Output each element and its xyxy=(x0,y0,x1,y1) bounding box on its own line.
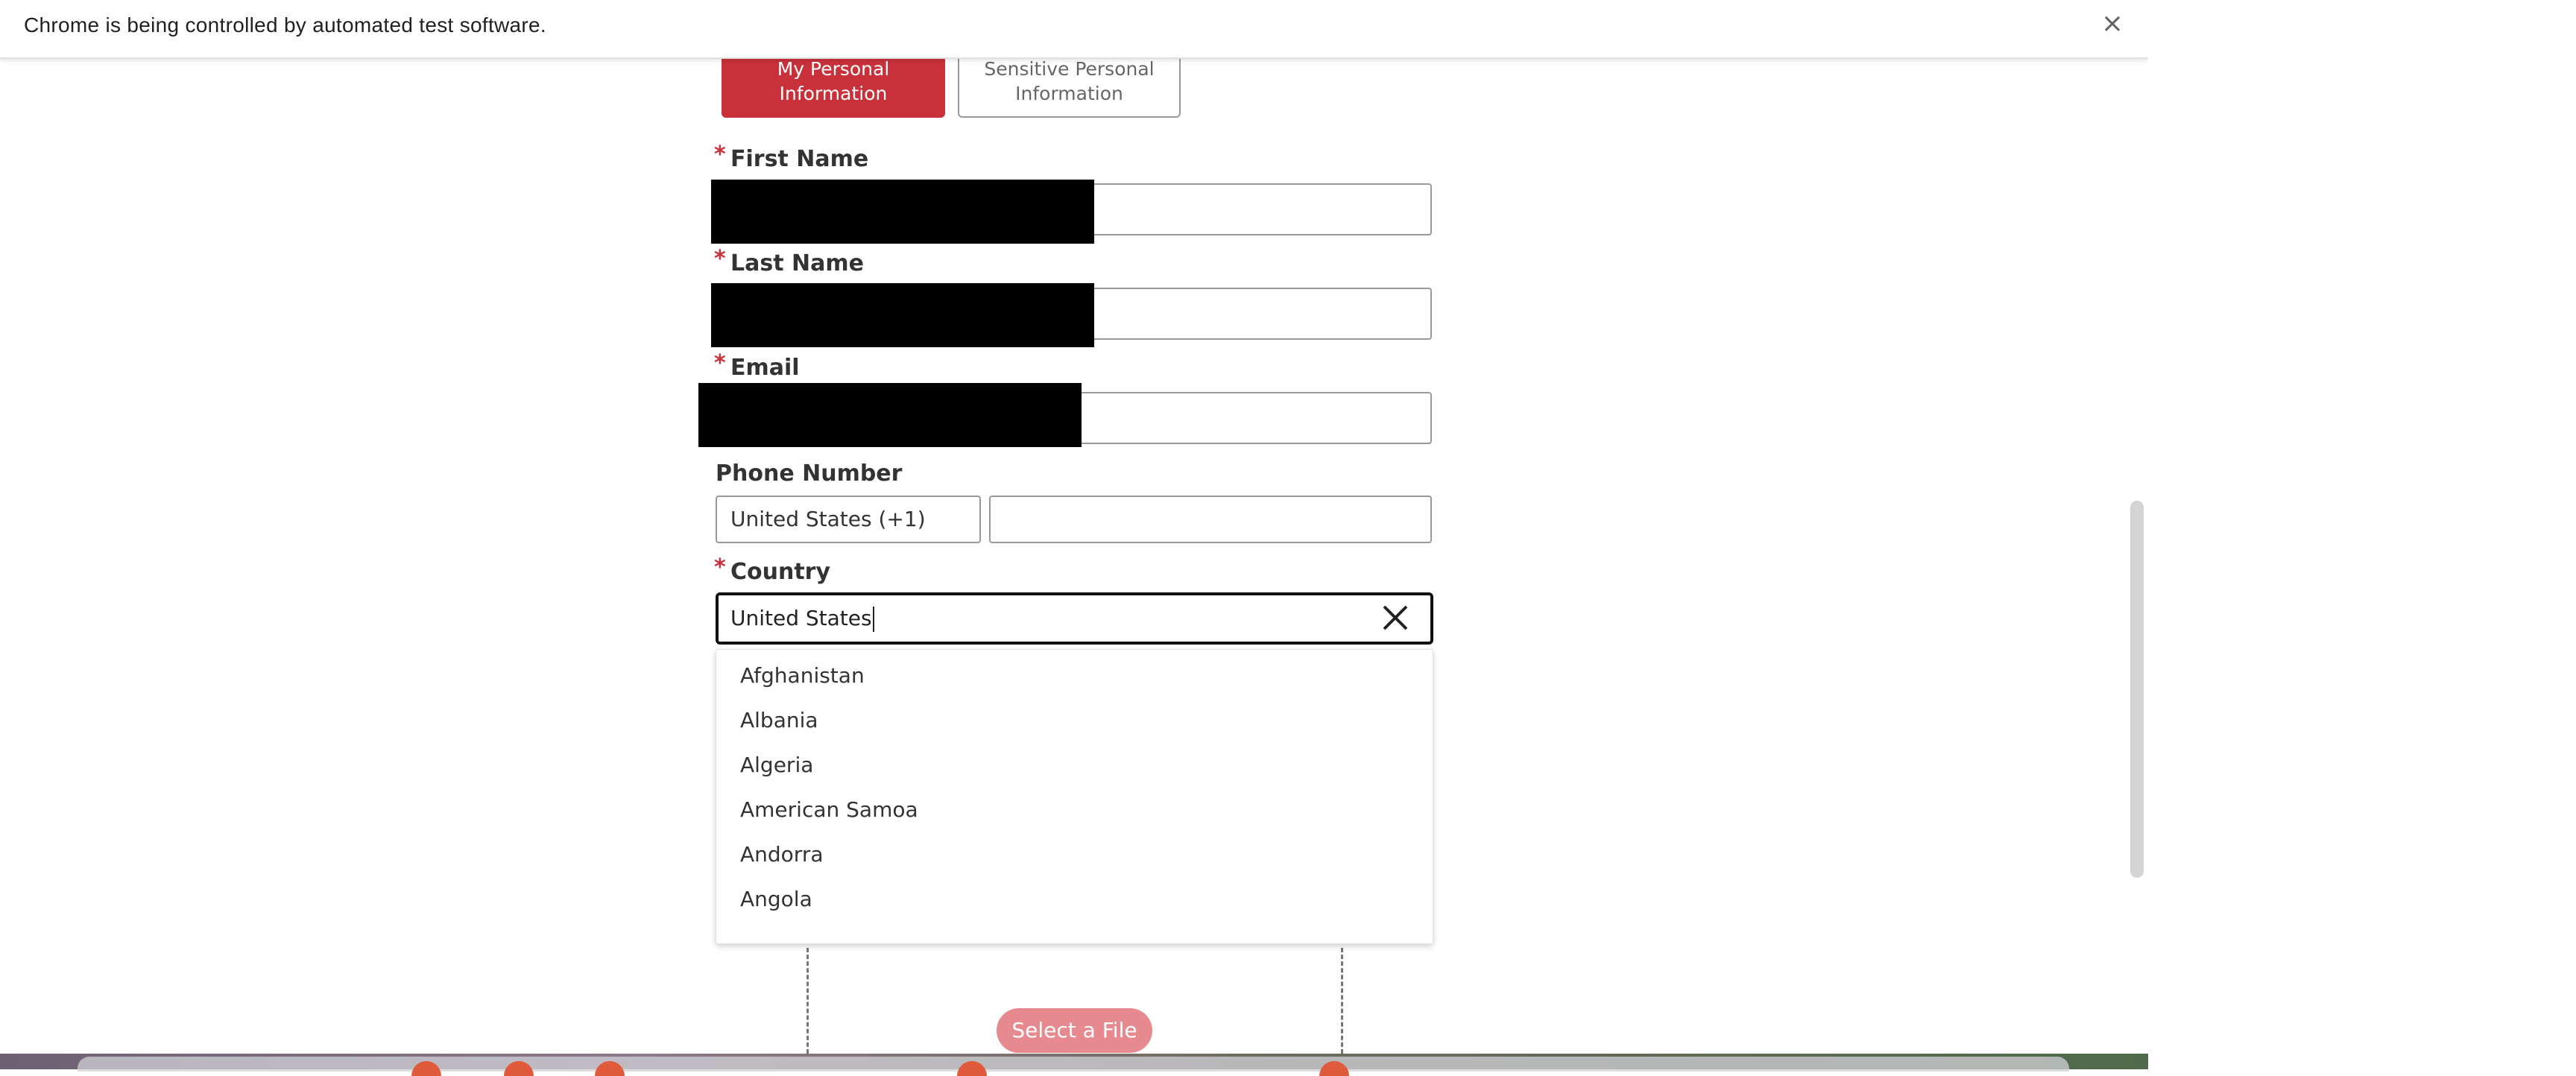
file-dropzone-border-left xyxy=(806,948,809,1054)
scrollbar[interactable] xyxy=(2130,501,2144,878)
phone-country-code-select[interactable]: United States (+1) xyxy=(716,496,981,543)
redaction-block xyxy=(711,283,1094,347)
required-marker: * xyxy=(714,554,726,580)
email-label: Email xyxy=(730,355,800,381)
text-caret xyxy=(872,607,874,632)
browser-window: Chrome is being controlled by automated … xyxy=(0,0,2148,1054)
select-file-button[interactable]: Select a File xyxy=(997,1008,1152,1053)
infobar-message: Chrome is being controlled by automated … xyxy=(24,13,546,37)
file-dropzone-border-right xyxy=(1341,948,1343,1054)
clear-icon[interactable] xyxy=(1380,603,1410,633)
required-marker: * xyxy=(714,142,726,168)
dock xyxy=(78,1057,2069,1072)
phone-number-label: Phone Number xyxy=(716,461,903,487)
redaction-block xyxy=(711,180,1094,244)
last-name-label: Last Name xyxy=(730,250,864,276)
country-option[interactable]: Albania xyxy=(740,708,818,732)
country-label: Country xyxy=(730,559,831,585)
phone-number-field[interactable] xyxy=(989,496,1432,543)
country-combobox[interactable]: United States xyxy=(716,592,1433,645)
redaction-block xyxy=(698,383,1082,447)
country-option[interactable]: Algeria xyxy=(740,753,813,777)
country-option[interactable]: Angola xyxy=(740,887,812,911)
country-option[interactable]: Afghanistan xyxy=(740,663,865,688)
required-marker: * xyxy=(714,246,726,272)
automation-infobar: Chrome is being controlled by automated … xyxy=(0,0,2148,59)
first-name-label: First Name xyxy=(730,146,869,172)
country-input-value: United States xyxy=(730,606,872,630)
country-option[interactable]: American Samoa xyxy=(740,797,918,822)
close-icon[interactable]: × xyxy=(2099,10,2126,37)
country-dropdown-list: Afghanistan Albania Algeria American Sam… xyxy=(716,649,1433,944)
country-option[interactable]: Andorra xyxy=(740,842,824,867)
required-marker: * xyxy=(714,350,726,376)
desktop-background xyxy=(2148,0,2576,1069)
